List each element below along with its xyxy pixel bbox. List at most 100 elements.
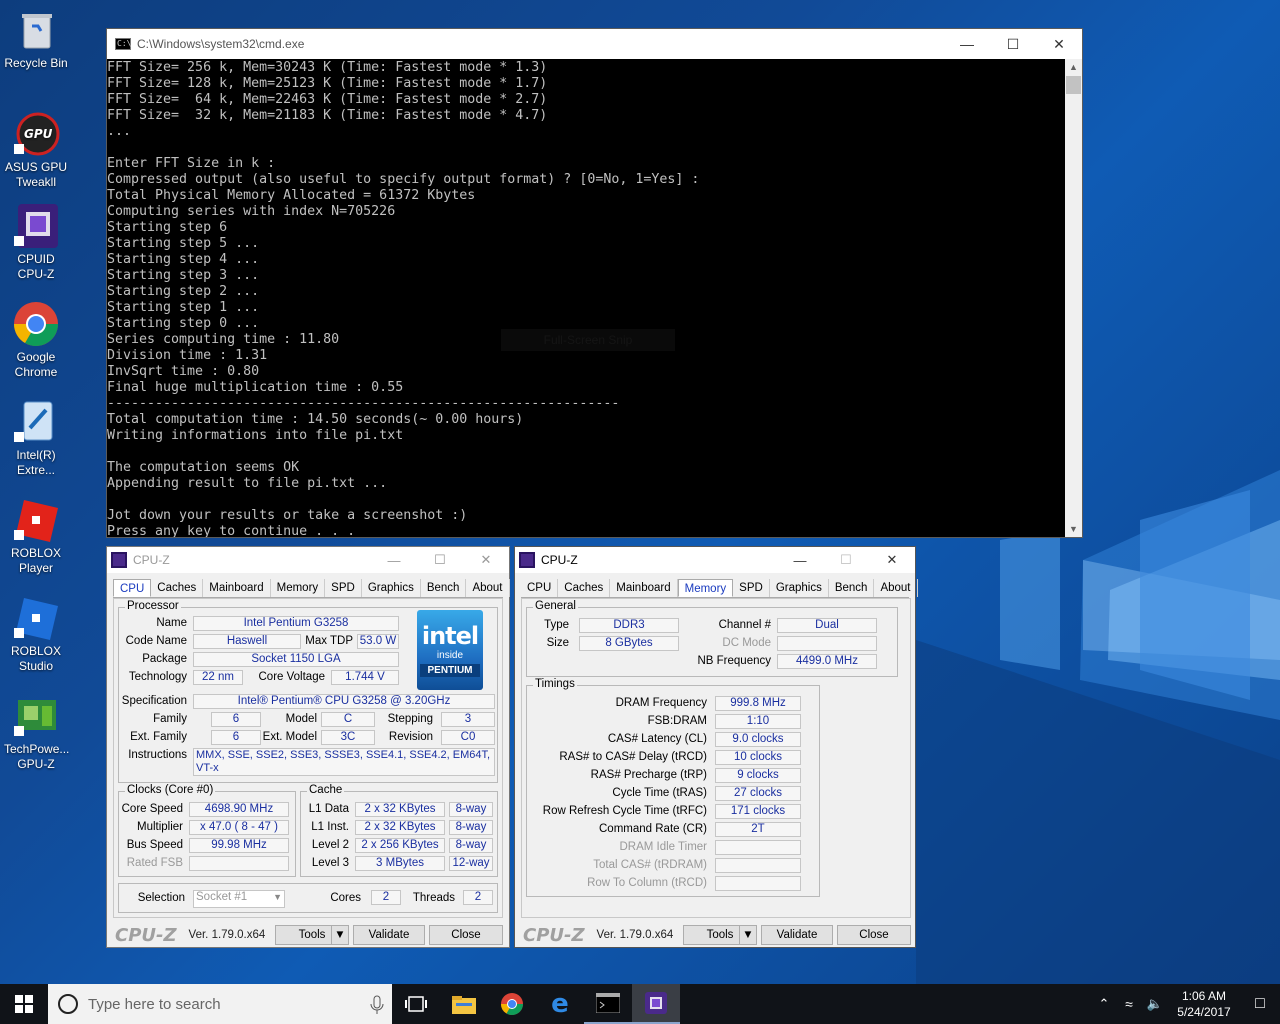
start-button[interactable] [0,984,48,1024]
search-placeholder: Type here to search [88,995,221,1013]
console-line: Enter FFT Size in k : [107,156,276,171]
tab-graphics[interactable]: Graphics [362,579,421,597]
taskbar-clock[interactable]: 1:06 AM 5/24/2017 [1168,988,1240,1020]
socket-select[interactable]: Socket #1 ▼ [193,890,285,908]
console-line: Total Physical Memory Allocated = 61372 … [107,188,476,203]
network-icon[interactable]: ≈ [1116,996,1142,1012]
selection-row: Selection Socket #1 ▼ Cores 2 Threads 2 [118,883,498,913]
taskbar-edge[interactable]: e [536,984,584,1024]
desktop-icon-gpuz[interactable]: TechPowe... GPU-Z [4,692,69,772]
windows-logo-icon [15,995,33,1013]
task-view-button[interactable] [392,984,440,1024]
tab-bench[interactable]: Bench [421,579,467,597]
desktop-icon-recycle-bin[interactable]: Recycle Bin [4,6,68,71]
extfamily-value: 6 [211,730,261,745]
minimize-button[interactable]: — [944,29,990,59]
l2-way-value: 8-way [449,838,493,853]
tab-strip: CPU Caches Mainboard Memory SPD Graphics Bench… [113,579,510,598]
minimize-button[interactable]: — [371,547,417,573]
desktop-icon-roblox-player[interactable]: ROBLOX Player [4,496,68,576]
desktop-icon-label: ROBLOX Player [10,546,61,575]
tab-about[interactable]: About [466,579,510,597]
logo-inside: inside [436,650,464,661]
cpuz-titlebar[interactable]: CPU-Z — ☐ ✕ [515,547,915,573]
close-button[interactable]: ✕ [463,547,509,573]
tools-dropdown-icon[interactable]: ▼ [739,925,757,945]
minimize-button[interactable]: — [777,547,823,573]
cpuz-memory-window[interactable]: CPU-Z — ☐ ✕ CPU Caches Mainboard Memory SPD G… [514,546,918,948]
threads-value: 2 [463,890,493,905]
validate-button[interactable]: Validate [353,925,425,945]
desktop-icon-intel-xtu[interactable]: Intel(R) Extre... [4,398,68,478]
version-label: Ver. 1.79.0.x64 [596,929,674,941]
cores-label: Cores [330,892,361,904]
dcmode-value [777,636,877,651]
cmd-window[interactable]: C:\ C:\Windows\system32\cmd.exe — ☐ ✕ FF… [106,28,1083,538]
console-line: Starting step 5 ... [107,236,260,251]
specification-value: Intel® Pentium® CPU G3258 @ 3.20GHz [193,694,495,709]
tab-about[interactable]: About [874,579,918,597]
timing-value: 999.8 MHz [715,696,801,711]
tools-dropdown-icon[interactable]: ▼ [331,925,349,945]
cpuz-titlebar[interactable]: CPU-Z — ☐ ✕ [107,547,509,573]
maximize-button[interactable]: ☐ [823,547,869,573]
tab-bench[interactable]: Bench [829,579,875,597]
timing-label: Total CAS# (tRDRAM) [593,859,707,871]
console-line: Starting step 6 [107,220,228,235]
console-line: Starting step 4 ... [107,252,260,267]
action-center-icon[interactable]: □ [1240,995,1280,1013]
console-output[interactable]: FFT Size= 256 k, Mem=30243 K (Time: Fast… [107,59,1065,537]
scroll-thumb[interactable] [1066,76,1081,94]
microphone-icon[interactable] [362,984,392,1024]
desktop-icon-label: Recycle Bin [4,56,68,70]
package-value: Socket 1150 LGA [193,652,399,667]
l1d-label: L1 Data [308,803,349,815]
console-scrollbar[interactable]: ▲ ▼ [1065,59,1082,537]
l1d-way-value: 8-way [449,802,493,817]
search-box[interactable]: Type here to search [48,984,392,1024]
snip-overlay-label: Full-Screen Snip [501,329,675,351]
volume-muted-icon[interactable]: 🔈 [1142,996,1168,1012]
instructions-label: Instructions [128,749,187,761]
close-button[interactable]: ✕ [869,547,915,573]
tab-cpu[interactable]: CPU [113,579,152,597]
chevron-up-icon[interactable]: ⌃ [1092,996,1116,1012]
validate-button[interactable]: Validate [761,925,833,945]
tab-spd[interactable]: SPD [325,579,362,597]
cpuz-cpu-window[interactable]: CPU-Z — ☐ ✕ CPU Caches Mainboard Memory SPD G… [106,546,510,948]
timing-value: 9 clocks [715,768,801,783]
tab-memory[interactable]: Memory [271,579,326,597]
maximize-button[interactable]: ☐ [417,547,463,573]
tab-cpu[interactable]: CPU [521,579,559,597]
close-window-button[interactable]: Close [429,925,503,945]
selection-label: Selection [137,892,185,904]
desktop-icon-asus-gpu-tweak[interactable]: GPU ASUS GPU Tweakll [4,110,68,190]
tab-graphics[interactable]: Graphics [770,579,829,597]
tab-mainboard[interactable]: Mainboard [610,579,678,597]
scroll-down-icon[interactable]: ▼ [1065,521,1082,537]
tab-memory[interactable]: Memory [677,579,734,597]
channel-value: Dual [777,618,877,633]
taskbar-cpuz[interactable] [632,984,680,1024]
clock-date: 5/24/2017 [1177,1005,1231,1019]
tab-spd[interactable]: SPD [733,579,770,597]
timing-value: 9.0 clocks [715,732,801,747]
console-line: Jot down your results or take a screensh… [107,508,468,523]
tab-mainboard[interactable]: Mainboard [203,579,271,597]
maximize-button[interactable]: ☐ [990,29,1036,59]
desktop-icon-roblox-studio[interactable]: ROBLOX Studio [4,594,68,674]
asus-gpu-tweak-icon: GPU [12,110,60,158]
taskbar-chrome[interactable] [488,984,536,1024]
desktop-icon-chrome[interactable]: Google Chrome [4,300,68,380]
taskbar-cmd[interactable] [584,984,632,1024]
cmd-titlebar[interactable]: C:\ C:\Windows\system32\cmd.exe — ☐ ✕ [107,29,1082,59]
tab-caches[interactable]: Caches [558,579,611,597]
tab-caches[interactable]: Caches [151,579,204,597]
scroll-up-icon[interactable]: ▲ [1065,59,1082,75]
desktop-icon-cpuz[interactable]: CPUID CPU-Z [4,202,68,282]
close-button[interactable]: ✕ [1036,29,1082,59]
busspeed-label: Bus Speed [126,839,183,851]
timing-label: RAS# Precharge (tRP) [590,769,707,781]
taskbar-file-explorer[interactable] [440,984,488,1024]
close-window-button[interactable]: Close [837,925,911,945]
